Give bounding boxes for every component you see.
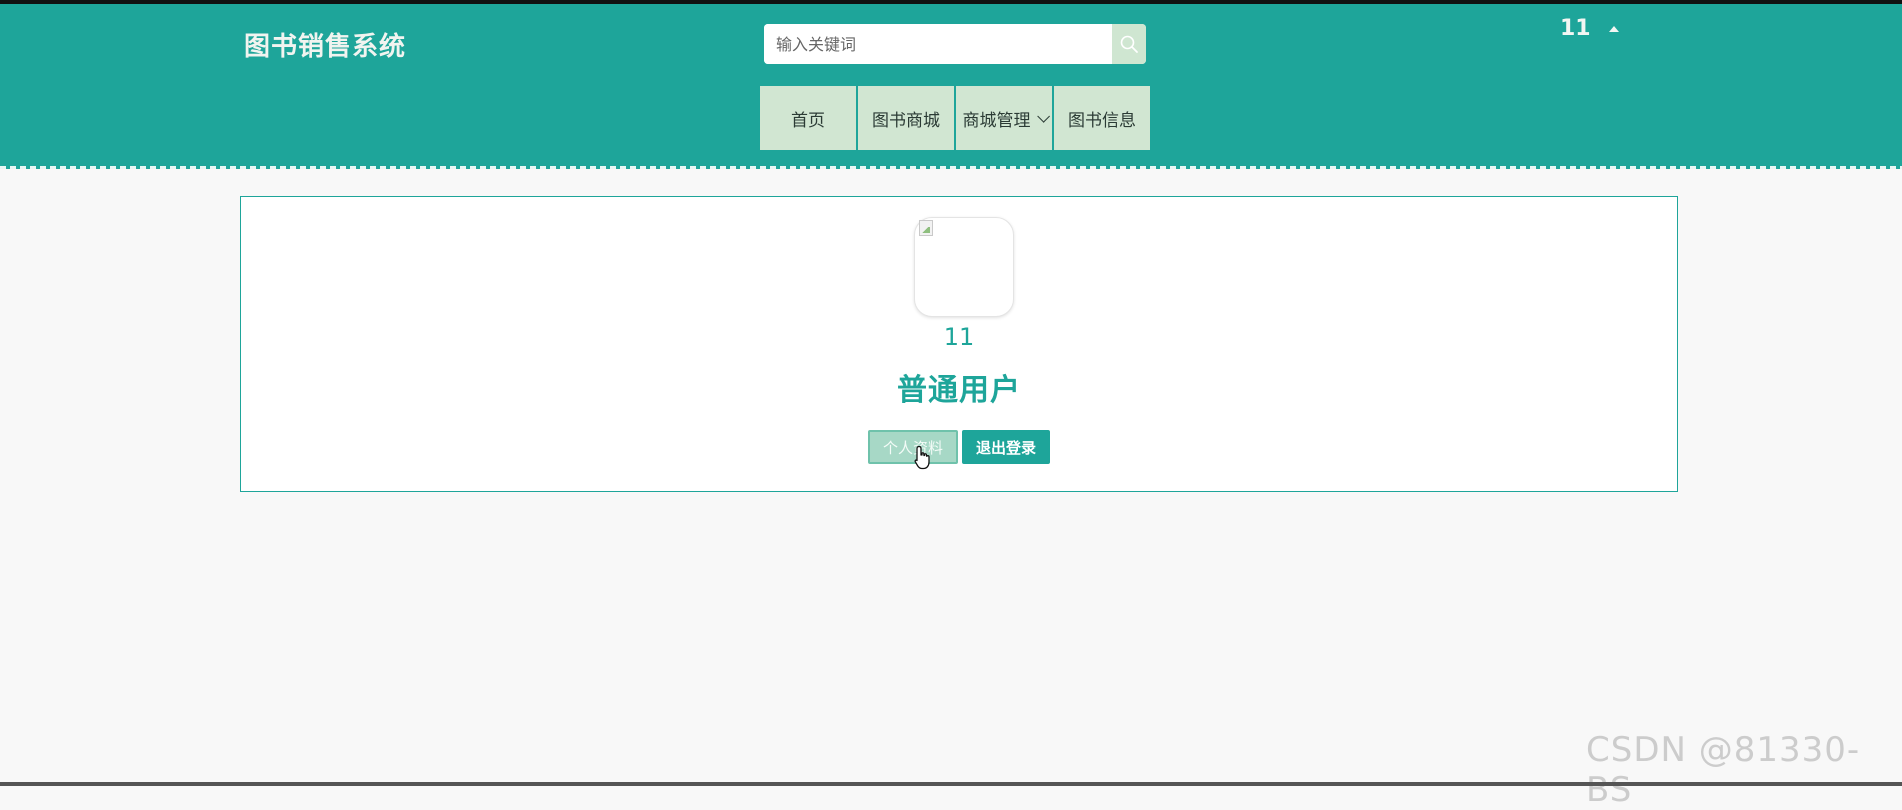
nav-item-label: 图书信息 xyxy=(1068,110,1136,131)
watermark: CSDN @81330-BS xyxy=(1586,730,1861,810)
user-role: 普通用户 xyxy=(897,373,1021,408)
caret-up-icon xyxy=(1608,25,1619,32)
hand-pointer-icon xyxy=(914,445,930,470)
search-icon xyxy=(1120,35,1138,53)
user-menu[interactable]: 11 xyxy=(1560,16,1619,41)
main-nav: 首页 图书商城 商城管理 图书信息 xyxy=(760,86,1150,150)
search-button[interactable] xyxy=(1112,24,1146,64)
search-box xyxy=(764,24,1146,64)
site-title: 图书销售系统 xyxy=(244,32,407,62)
user-center-card: 11 普通用户 个人资料 退出登录 xyxy=(240,196,1678,492)
site-header: 图书销售系统 11 首页 图书商城 商城管理 图书信息 xyxy=(0,4,1902,169)
header-username: 11 xyxy=(1560,16,1591,41)
nav-item-label: 首页 xyxy=(791,110,825,131)
nav-item-book-info[interactable]: 图书信息 xyxy=(1054,86,1150,150)
logout-button[interactable]: 退出登录 xyxy=(962,430,1050,464)
nav-item-book-mall[interactable]: 图书商城 xyxy=(858,86,954,150)
profile-actions: 个人资料 退出登录 xyxy=(241,430,1677,464)
nav-item-label: 商城管理 xyxy=(962,110,1031,131)
profile-button[interactable]: 个人资料 xyxy=(868,430,958,464)
chevron-down-icon xyxy=(1036,109,1050,123)
nav-item-label: 图书商城 xyxy=(872,110,940,131)
search-input[interactable] xyxy=(764,24,1112,64)
broken-image-icon xyxy=(919,220,933,236)
nav-item-home[interactable]: 首页 xyxy=(760,86,856,150)
nav-item-mall-management[interactable]: 商城管理 xyxy=(956,86,1052,150)
window-bottom-border xyxy=(0,782,1902,786)
avatar xyxy=(914,217,1014,317)
profile-username: 11 xyxy=(943,323,975,351)
